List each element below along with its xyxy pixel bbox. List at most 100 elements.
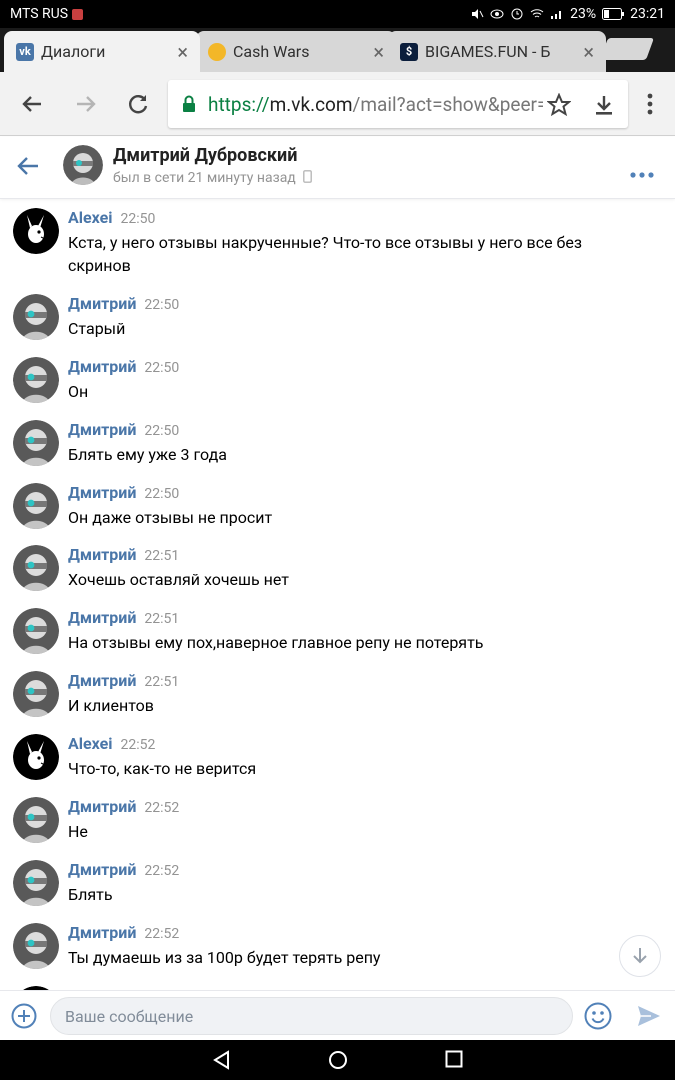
avatar[interactable]: [13, 797, 59, 843]
message-time: 22:52: [144, 800, 180, 816]
message-author[interactable]: Дмитрий 22:50: [68, 483, 179, 502]
message-author[interactable]: Alexei 22:50: [68, 208, 155, 227]
message-author[interactable]: Дмитрий 22:52: [68, 860, 179, 879]
message-text: И клиентов: [68, 696, 154, 715]
message-text: Блять: [68, 885, 113, 904]
avatar[interactable]: [13, 483, 59, 529]
avatar[interactable]: [13, 208, 59, 254]
url-scheme: https://: [208, 92, 270, 116]
avatar[interactable]: [13, 294, 59, 340]
author-name[interactable]: Дмитрий: [68, 483, 136, 502]
more-dots-icon[interactable]: [630, 163, 654, 182]
dollar-icon: $: [400, 42, 418, 61]
arrow-down-icon: [633, 948, 647, 964]
author-name[interactable]: Alexei: [68, 208, 112, 227]
author-name[interactable]: Дмитрий: [68, 671, 136, 690]
message-time: 22:50: [144, 360, 180, 376]
avatar[interactable]: [13, 923, 59, 969]
sim-icon: [72, 8, 84, 20]
browser-tab-strip: $ BIGAMES.FUN - Б × Cash Wars × vk Диало…: [0, 28, 675, 72]
author-name[interactable]: Alexei: [68, 734, 112, 753]
close-icon[interactable]: ×: [373, 40, 384, 64]
message-list[interactable]: Alexei 22:50 Кста, у него отзывы накрученн…: [0, 200, 675, 990]
author-name[interactable]: Дмитрий: [68, 545, 136, 564]
carrier: MTS RUS: [10, 6, 84, 22]
message-time: 22:52: [120, 737, 156, 753]
message-text: Кста, у него отзывы накрученные? Что-то …: [68, 233, 582, 275]
android-nav-bar: [0, 1040, 675, 1080]
author-name[interactable]: Дмитрий: [68, 608, 136, 627]
carrier-label: MTS RUS: [10, 6, 69, 22]
avatar[interactable]: [13, 420, 59, 466]
coin-icon: [208, 42, 226, 61]
menu-dots-icon[interactable]: [634, 88, 666, 120]
message-time: 22:51: [144, 548, 180, 564]
avatar[interactable]: [13, 545, 59, 591]
message-author[interactable]: Дмитрий 22:52: [68, 797, 179, 816]
new-tab-button[interactable]: [599, 38, 655, 60]
message-author[interactable]: Дмитрий 22:50: [68, 420, 179, 439]
avatar[interactable]: [13, 734, 59, 780]
author-name[interactable]: Дмитрий: [68, 357, 136, 376]
signal-icon: [551, 11, 562, 19]
message-text: Старый: [68, 319, 126, 338]
message-text: Хочешь оставляй хочешь нет: [68, 570, 289, 589]
author-name[interactable]: Дмитрий: [68, 420, 136, 439]
message-author[interactable]: Дмитрий 22:51: [68, 671, 179, 690]
back-arrow-icon[interactable]: [16, 88, 48, 120]
message-time: 22:50: [120, 211, 156, 227]
close-icon[interactable]: ×: [583, 40, 594, 64]
message-text: Он даже отзывы не просит: [68, 508, 273, 527]
message-author[interactable]: Дмитрий 22:52: [68, 923, 179, 942]
battery-percent: 23%: [570, 6, 597, 22]
browser-toolbar: https://m.vk.com/mail?act=show&peer=4: [0, 72, 675, 136]
mobile-icon: [303, 170, 313, 183]
message-input[interactable]: Ваше сообщение: [50, 997, 573, 1035]
scroll-down-button[interactable]: [619, 935, 661, 977]
message-author[interactable]: Alexei 22:52: [68, 734, 155, 753]
battery-icon: [602, 8, 625, 20]
message-time: 22:50: [144, 297, 180, 313]
vk-icon: vk: [16, 42, 34, 61]
reload-icon[interactable]: [122, 88, 154, 120]
tab-cash-wars[interactable]: Cash Wars ×: [196, 31, 396, 72]
nav-home-icon[interactable]: [328, 1050, 348, 1070]
last-seen: был в сети 21 минуту назад: [113, 170, 313, 186]
avatar[interactable]: [63, 145, 103, 185]
download-icon[interactable]: [588, 92, 620, 118]
contact-name[interactable]: Дмитрий Дубровский: [113, 145, 297, 166]
mute-icon: [472, 9, 484, 19]
wifi-icon: [530, 9, 544, 18]
avatar[interactable]: [13, 671, 59, 717]
message-author[interactable]: Дмитрий 22:50: [68, 357, 179, 376]
message-author[interactable]: Дмитрий 22:50: [68, 294, 179, 313]
attach-plus-icon[interactable]: [11, 1003, 37, 1033]
nav-back-icon[interactable]: [212, 1050, 232, 1070]
author-name[interactable]: Дмитрий: [68, 923, 136, 942]
avatar[interactable]: [13, 608, 59, 654]
author-name[interactable]: Дмитрий: [68, 797, 136, 816]
chat-header: Дмитрий Дубровский был в сети 21 минуту …: [0, 137, 675, 199]
nav-recents-icon[interactable]: [445, 1050, 463, 1068]
bookmark-star-icon[interactable]: [543, 92, 575, 118]
message-text: Ты думаешь из за 100р будет терять репу: [68, 948, 381, 967]
author-name[interactable]: Дмитрий: [68, 860, 136, 879]
message-composer: Ваше сообщение: [0, 990, 675, 1040]
tab-label: BIGAMES.FUN - Б: [425, 42, 551, 61]
avatar[interactable]: [13, 860, 59, 906]
forward-arrow-icon[interactable]: [70, 88, 102, 120]
message-time: 22:50: [144, 423, 180, 439]
avatar[interactable]: [13, 357, 59, 403]
close-icon[interactable]: ×: [177, 40, 188, 64]
lock-icon: [183, 95, 195, 112]
message-text: Не: [68, 822, 88, 841]
send-icon[interactable]: [636, 1004, 662, 1032]
message-time: 22:52: [144, 863, 180, 879]
message-author[interactable]: Дмитрий 22:51: [68, 608, 179, 627]
emoji-icon[interactable]: [584, 1002, 612, 1034]
message-author[interactable]: Дмитрий 22:51: [68, 545, 179, 564]
tab-bigames[interactable]: $ BIGAMES.FUN - Б ×: [388, 31, 606, 72]
author-name[interactable]: Дмитрий: [68, 294, 136, 313]
tab-dialogs[interactable]: vk Диалоги ×: [4, 31, 200, 72]
back-arrow-icon[interactable]: [16, 155, 40, 181]
